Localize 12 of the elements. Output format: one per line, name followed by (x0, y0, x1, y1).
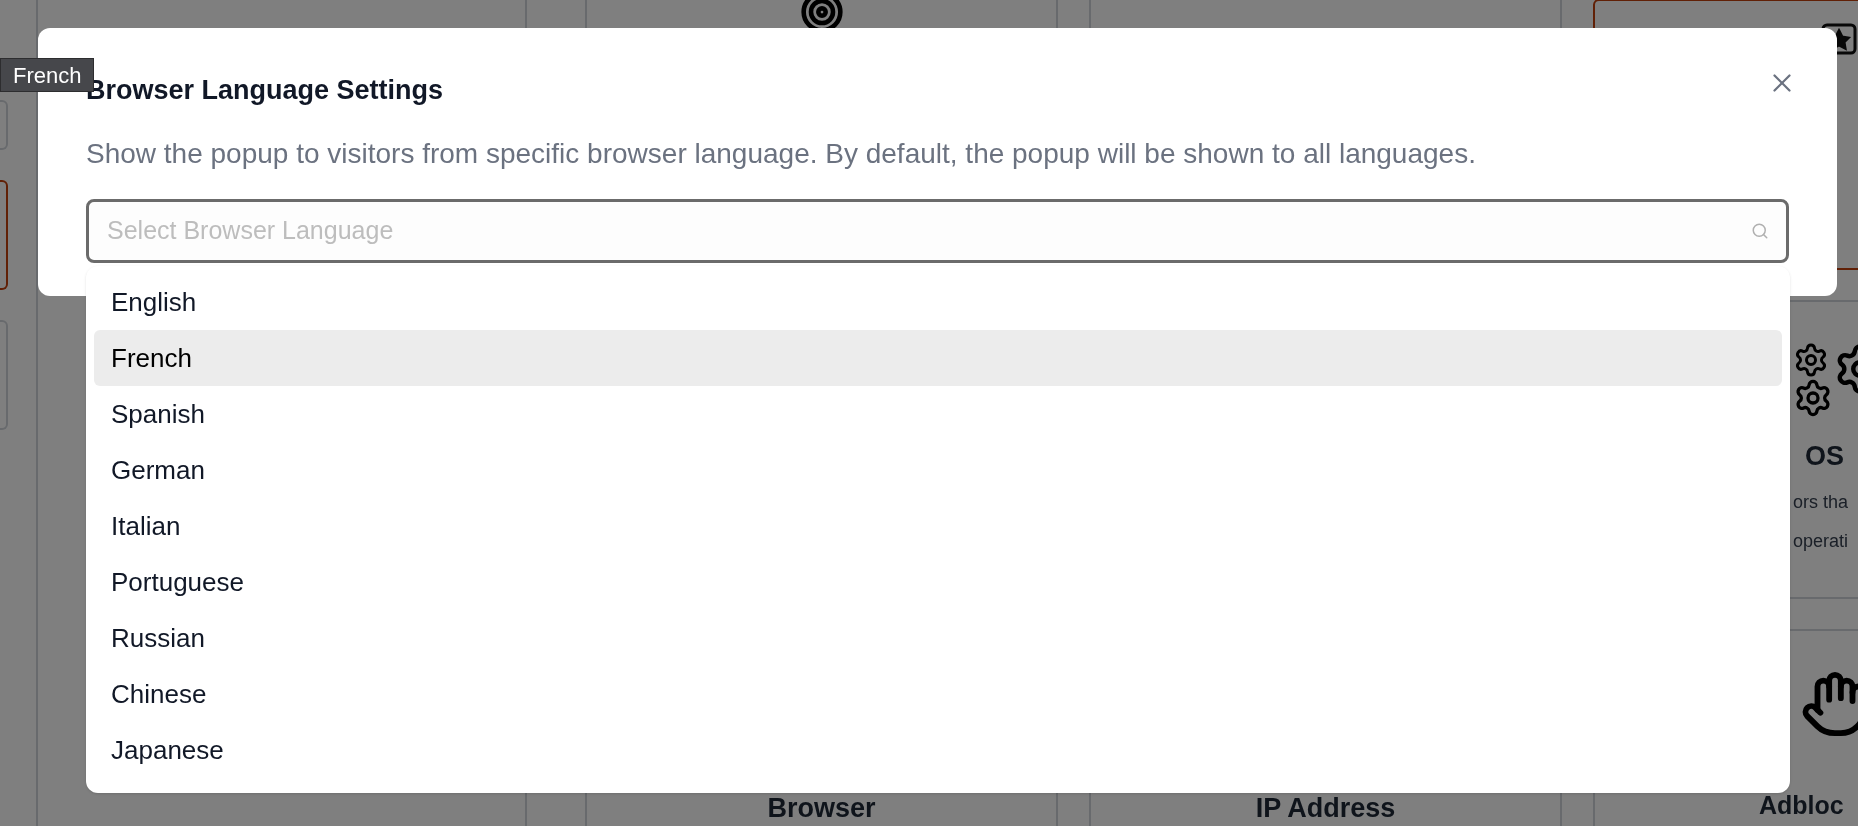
tooltip: French (0, 58, 95, 92)
card-title: IP Address (1255, 792, 1396, 825)
card-description: operati (1793, 529, 1849, 553)
card-title: OS (1805, 440, 1844, 473)
search-icon (1751, 221, 1769, 240)
card-description: ors tha (1793, 490, 1849, 514)
language-search-field[interactable]: Select Browser Language (86, 198, 1789, 263)
language-option[interactable]: French (94, 330, 1782, 386)
card-title: Browser (767, 792, 876, 825)
dialog-description: Show the popup to visitors from specific browser language. By default, the popup will be shown to all languages. (86, 136, 1476, 171)
card-title: Adbloc (1759, 790, 1844, 821)
hand-icon (1800, 669, 1858, 739)
